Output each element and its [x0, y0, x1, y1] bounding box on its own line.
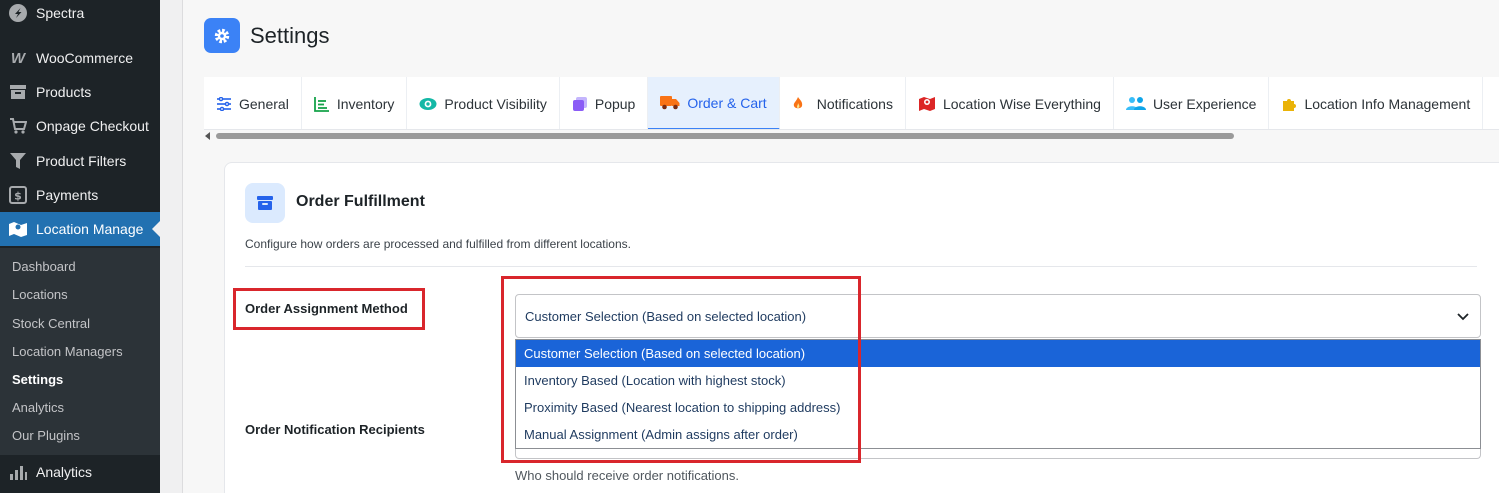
users-icon — [1125, 96, 1146, 111]
submenu-item-dashboard[interactable]: Dashboard — [12, 259, 76, 274]
sidebar-item-product-filters[interactable]: Product Filters — [0, 144, 160, 178]
submenu-item-locations[interactable]: Locations — [12, 287, 68, 302]
tab-label: General — [239, 95, 289, 112]
payments-icon: $ — [0, 186, 36, 204]
card-divider — [245, 266, 1477, 267]
card-title: Order Fulfillment — [296, 193, 425, 210]
submenu-item-settings[interactable]: Settings — [12, 372, 63, 387]
sidebar-item-label: Spectra — [36, 5, 85, 21]
card-description: Configure how orders are processed and f… — [245, 237, 631, 251]
archive-icon — [0, 84, 36, 100]
tab-label: Notifications — [816, 95, 893, 112]
sidebar-item-spectra[interactable]: Spectra — [0, 0, 160, 30]
svg-text:$: $ — [14, 190, 22, 203]
sidebar-item-location-manage[interactable]: Location Manage — [0, 212, 161, 246]
tab-location-info-management[interactable]: Location Info Management — [1269, 77, 1484, 129]
sidebar-item-label: Location Manage — [36, 221, 144, 237]
sidebar-item-label: Payments — [36, 187, 99, 203]
recipients-help-text: Who should receive order notifications. — [515, 468, 740, 483]
tabs-scrollbar[interactable] — [204, 130, 1499, 142]
sliders-icon — [216, 96, 232, 111]
submenu-item-analytics[interactable]: Analytics — [12, 400, 64, 415]
map-pin-icon — [918, 95, 936, 112]
highlight-box-label — [233, 288, 425, 330]
popup-icon — [572, 96, 588, 112]
sidebar-item-label: WooCommerce — [36, 50, 133, 66]
admin-sidebar: Spectra W WooCommerce Products Onpage Ch… — [0, 0, 161, 493]
tab-inventory[interactable]: Inventory — [302, 77, 408, 129]
sidebar-item-label: Onpage Checkout — [36, 118, 149, 134]
sidebar-item-onpage-checkout[interactable]: Onpage Checkout — [0, 109, 160, 143]
truck-icon — [660, 95, 680, 110]
sidebar-item-products[interactable]: Products — [0, 75, 160, 109]
page-title: Settings — [250, 23, 330, 48]
tab-label: Order & Cart — [687, 94, 767, 111]
sidebar-item-label: Product Filters — [36, 153, 127, 169]
tab-order-cart[interactable]: Order & Cart — [648, 77, 780, 129]
sidebar-item-analytics[interactable]: Analytics — [0, 455, 160, 489]
woocommerce-icon: W — [10, 49, 26, 67]
archive-box-icon — [245, 183, 285, 223]
submenu-item-location-managers[interactable]: Location Managers — [12, 344, 123, 359]
scroll-left-icon[interactable] — [205, 132, 210, 140]
highlight-box-dropdown — [501, 276, 861, 463]
filter-icon — [0, 152, 36, 170]
flame-icon — [792, 96, 810, 111]
sidebar-item-label: Analytics — [36, 464, 93, 480]
eye-icon — [419, 97, 437, 111]
tab-product-visibility[interactable]: Product Visibility — [407, 77, 560, 129]
settings-tabs: General Inventory Product Visibility Pop… — [204, 77, 1499, 130]
bar-chart-icon — [0, 463, 36, 481]
sidebar-item-woocommerce[interactable]: W WooCommerce — [0, 41, 160, 75]
list-icon — [313, 96, 330, 112]
tab-popup[interactable]: Popup — [560, 77, 649, 129]
order-notification-recipients-label: Order Notification Recipients — [245, 422, 425, 437]
sidebar-item-label: Products — [36, 84, 92, 100]
submenu-item-stock-central[interactable]: Stock Central — [12, 316, 90, 331]
tab-notifications[interactable]: Notifications — [780, 77, 906, 129]
scrollbar-thumb[interactable] — [216, 133, 1234, 139]
sidebar-item-payments[interactable]: $ Payments — [0, 178, 160, 212]
tab-label: Location Info Management — [1304, 95, 1471, 112]
tab-label: Location Wise Everything — [942, 95, 1101, 112]
tab-label: Popup — [594, 95, 636, 112]
tab-label: User Experience — [1152, 95, 1257, 112]
gear-icon — [204, 18, 240, 53]
tab-user-experience[interactable]: User Experience — [1114, 77, 1270, 129]
tab-label: Inventory — [336, 95, 395, 112]
tab-general[interactable]: General — [204, 77, 302, 129]
tab-location-wise-everything[interactable]: Location Wise Everything — [906, 77, 1114, 129]
location-manage-submenu: Dashboard Locations Stock Central Locati… — [0, 248, 160, 455]
tab-label: Product Visibility — [444, 95, 547, 112]
map-icon — [0, 220, 36, 238]
chevron-down-icon — [1456, 307, 1470, 330]
spectra-icon — [0, 3, 36, 23]
puzzle-icon — [1281, 96, 1297, 112]
cart-icon — [0, 117, 36, 135]
submenu-item-our-plugins[interactable]: Our Plugins — [12, 428, 80, 443]
